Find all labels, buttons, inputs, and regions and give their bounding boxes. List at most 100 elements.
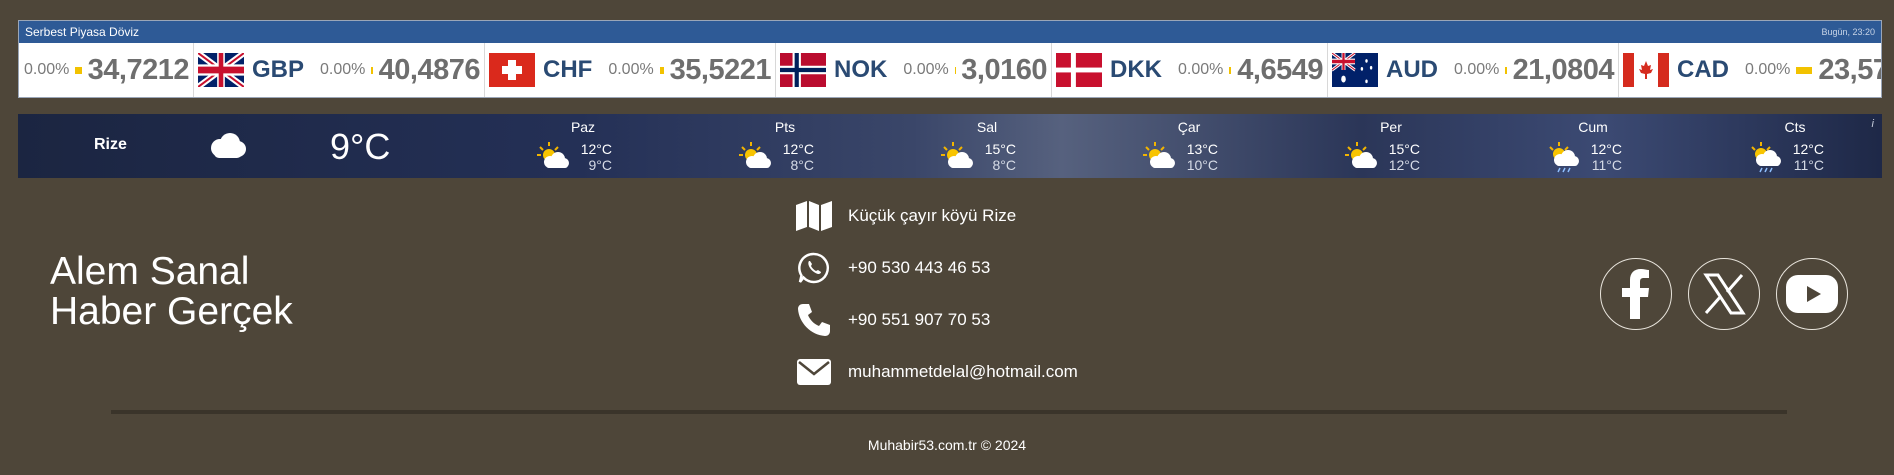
copyright-text: Muhabir53.com.tr © 2024 [867, 437, 1027, 453]
currency-change: 0.00% [320, 61, 366, 78]
youtube-icon [1786, 275, 1838, 313]
currency-item-cad[interactable]: CAD 0.00% 23,575 [1618, 43, 1881, 97]
forecast-low: 8°C [992, 157, 1017, 173]
contact-address: Küçük çayır köyü Rize [795, 198, 1016, 234]
sun-rain-icon [1549, 142, 1579, 173]
norway-flag [780, 53, 826, 87]
sun-cloud-icon [1143, 142, 1175, 168]
trend-neutral-icon [659, 66, 664, 74]
sun-cloud-icon [739, 142, 771, 168]
forecast-day: Cum 12°C 11°C [1538, 117, 1648, 177]
currency-code: CHF [543, 56, 593, 83]
forecast-high: 12°C [782, 141, 814, 157]
currency-item-nok[interactable]: NOK 0.00% 3,0160 [775, 43, 1051, 97]
currency-change: 0.00% [24, 61, 70, 78]
contact-phone[interactable]: +90 551 907 70 53 [795, 302, 990, 338]
denmark-flag [1056, 53, 1102, 87]
forecast-day-name: Çar [1177, 119, 1201, 135]
brand-line-1: Alem Sanal [50, 250, 250, 293]
footer-divider [111, 410, 1787, 414]
x-twitter-button[interactable] [1688, 258, 1760, 330]
contact-email[interactable]: muhammetdelal@hotmail.com [795, 354, 1078, 390]
forecast-high: 12°C [1590, 141, 1622, 157]
forecast-day-name: Per [1380, 119, 1402, 135]
ticker-header: Serbest Piyasa Döviz Bugün, 23:20 [19, 21, 1881, 43]
weather-widget[interactable]: Rize 9°C i Paz 12°C 9°C Pts 12°C 8°C Sal… [18, 114, 1882, 178]
forecast-high: 12°C [1792, 141, 1824, 157]
contact-whatsapp[interactable]: +90 530 443 46 53 [795, 250, 990, 286]
trend-neutral-icon [954, 66, 956, 74]
forecast-day-name: Pts [774, 119, 796, 135]
currency-change: 0.00% [1178, 61, 1224, 78]
australia-flag [1332, 53, 1378, 87]
trend-neutral-icon [1229, 66, 1232, 74]
currency-rate: 3,0160 [961, 53, 1047, 86]
facebook-button[interactable] [1600, 258, 1672, 330]
currency-rate: 34,7212 [87, 53, 190, 86]
contact-address-text: Küçük çayır köyü Rize [848, 206, 1017, 225]
sun-cloud-icon [941, 142, 973, 168]
forecast-high: 13°C [1186, 141, 1218, 157]
currency-change: 0.00% [903, 61, 949, 78]
forecast-high: 15°C [1388, 141, 1420, 157]
forecast-low: 12°C [1388, 157, 1420, 173]
youtube-button[interactable] [1776, 258, 1848, 330]
ticker-time: Bugün, 23:20 [1821, 27, 1875, 37]
currency-item-dkk[interactable]: DKK 0.00% 4,6549 [1051, 43, 1327, 97]
weather-city: Rize [94, 136, 127, 153]
phone-icon [795, 302, 833, 338]
info-icon[interactable]: i [1872, 118, 1874, 130]
uk-flag [198, 53, 244, 87]
currency-change: 0.00% [1454, 61, 1500, 78]
forecast-day-name: Sal [976, 119, 998, 135]
sun-rain-icon [1751, 142, 1781, 173]
currency-item-chf[interactable]: CHF 0.00% 35,5221 [484, 43, 775, 97]
currency-code: GBP [252, 56, 305, 83]
contact-email-text: muhammetdelal@hotmail.com [848, 362, 1078, 381]
currency-code: CAD [1677, 56, 1729, 83]
cloud-icon [211, 133, 246, 158]
x-twitter-icon [1703, 273, 1746, 315]
ticker-row: 0.00% 34,7212 GBP 0.00% 40,4876 CHF 0.00… [19, 43, 1881, 97]
canada-flag [1623, 53, 1669, 87]
forecast-day-name: Paz [570, 119, 596, 135]
forecast-low: 10°C [1186, 157, 1218, 173]
currency-item-gbp[interactable]: GBP 0.00% 40,4876 [193, 43, 484, 97]
ticker-title: Serbest Piyasa Döviz [25, 25, 140, 39]
currency-item-aud[interactable]: AUD 0.00% 21,0804 [1327, 43, 1618, 97]
currency-change: 0.00% [1745, 61, 1791, 78]
currency-ticker: Serbest Piyasa Döviz Bugün, 23:20 0.00% … [18, 20, 1882, 98]
facebook-icon [1622, 269, 1649, 319]
sun-cloud-icon [537, 142, 569, 168]
currency-rate: 40,4876 [378, 53, 481, 86]
forecast-low: 8°C [790, 157, 815, 173]
forecast-day: Paz 12°C 9°C [528, 117, 638, 177]
forecast-day: Pts 12°C 8°C [730, 117, 840, 177]
forecast-high: 15°C [984, 141, 1016, 157]
currency-item[interactable]: 0.00% 34,7212 [19, 43, 193, 97]
currency-code: AUD [1386, 56, 1438, 83]
currency-code: NOK [834, 56, 888, 83]
map-icon [795, 198, 833, 234]
footer-brand: Alem Sanal Haber Gerçek [50, 252, 293, 332]
forecast-high: 12°C [580, 141, 612, 157]
brand-line-2: Haber Gerçek [50, 290, 293, 333]
currency-rate: 21,0804 [1512, 53, 1615, 86]
forecast-day: Per 15°C 12°C [1336, 117, 1446, 177]
switzerland-flag [489, 53, 535, 87]
trend-neutral-icon [371, 66, 373, 74]
currency-code: DKK [1110, 56, 1162, 83]
forecast-day: Sal 15°C 8°C [932, 117, 1042, 177]
mail-icon [795, 354, 833, 390]
currency-change: 0.00% [608, 61, 654, 78]
forecast-day-name: Cts [1784, 119, 1806, 135]
currency-rate: 4,6549 [1237, 53, 1323, 86]
sun-cloud-icon [1345, 142, 1377, 168]
forecast-low: 11°C [1793, 157, 1824, 173]
forecast-day-name: Cum [1578, 119, 1608, 135]
trend-neutral-icon [1505, 66, 1507, 74]
whatsapp-icon [795, 250, 833, 286]
trend-neutral-icon [1796, 66, 1813, 74]
currency-rate: 35,5221 [669, 53, 772, 86]
contact-whatsapp-text: +90 530 443 46 53 [848, 258, 991, 277]
